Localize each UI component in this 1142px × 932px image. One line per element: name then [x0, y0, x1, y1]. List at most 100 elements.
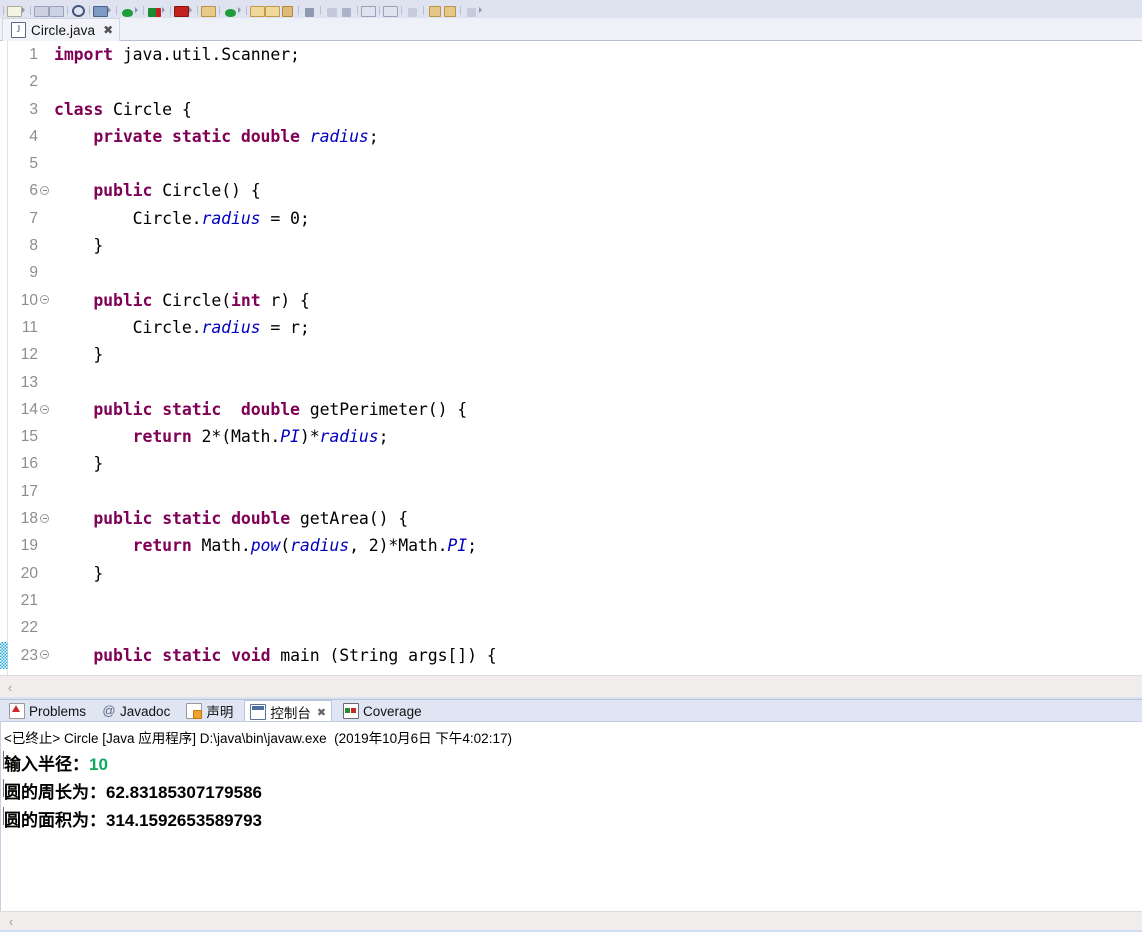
view-tab-控制台[interactable]: 控制台 ✖	[244, 700, 333, 723]
view-tab-javadoc[interactable]: @ Javadoc	[97, 700, 175, 722]
run-button[interactable]	[120, 0, 135, 18]
toolbar-separator	[320, 6, 321, 15]
editor-horizontal-scrollbar[interactable]: ‹	[0, 675, 1142, 698]
code-line[interactable]: 17	[0, 478, 1142, 505]
chevron-down-icon[interactable]	[162, 7, 165, 13]
view-tab-label: 控制台	[270, 706, 311, 721]
save-button[interactable]	[34, 0, 49, 18]
code-line[interactable]: 11 Circle.radius = r;	[0, 314, 1142, 341]
toolbar-separator	[219, 6, 220, 15]
line-number: 16	[20, 455, 38, 473]
toolbar-separator	[3, 6, 4, 15]
console-horizontal-scrollbar[interactable]: ‹	[0, 911, 1142, 931]
save-all-button[interactable]	[49, 0, 64, 18]
console-line-value: 62.83185307179586	[106, 783, 262, 802]
code-line[interactable]: 18 public static double getArea() {	[0, 505, 1142, 532]
code-line[interactable]: 7 Circle.radius = 0;	[0, 205, 1142, 232]
collapse-fold-icon[interactable]	[40, 650, 49, 660]
code-line[interactable]: 22	[0, 614, 1142, 641]
code-line[interactable]: 2	[0, 68, 1142, 95]
editor-view-button[interactable]	[361, 0, 376, 18]
scroll-left-icon[interactable]: ‹	[0, 914, 22, 929]
line-number: 10	[20, 291, 38, 309]
new-class-button[interactable]	[223, 0, 238, 18]
code-line[interactable]: 14 public static double getPerimeter() {	[0, 396, 1142, 423]
close-icon[interactable]: ✖	[317, 706, 326, 719]
view-tab-problems[interactable]: Problems	[4, 700, 91, 722]
terminate-icon	[174, 6, 189, 17]
console-launch-header: <已终止> Circle [Java 应用程序] D:\java\bin\jav…	[4, 731, 512, 746]
code-text: Circle.radius = 0;	[54, 208, 310, 228]
code-line[interactable]: 6 public Circle() {	[0, 177, 1142, 204]
next-annotation-button[interactable]	[405, 0, 420, 18]
main-toolbar	[0, 0, 1142, 19]
console-line-value: 10	[89, 755, 108, 774]
collapse-fold-icon[interactable]	[40, 295, 49, 305]
new-wizard-button[interactable]	[7, 0, 22, 18]
step-into-button[interactable]	[302, 0, 317, 18]
code-line[interactable]: 8 }	[0, 232, 1142, 259]
link-button[interactable]	[324, 0, 339, 18]
editor-icon	[361, 6, 376, 17]
line-number: 9	[29, 264, 38, 282]
debug-icon	[148, 8, 161, 17]
open-folder-button[interactable]	[250, 0, 265, 18]
collapse-fold-icon[interactable]	[40, 404, 49, 414]
code-line[interactable]: 20 }	[0, 560, 1142, 587]
code-line[interactable]: 9	[0, 259, 1142, 286]
terminate-button[interactable]	[174, 0, 189, 18]
forward-button[interactable]	[442, 0, 457, 18]
collapse-fold-icon[interactable]	[40, 513, 49, 523]
chevron-down-icon[interactable]	[479, 7, 482, 13]
search-button[interactable]	[71, 0, 86, 18]
new-java-project-button[interactable]	[201, 0, 216, 18]
console-line: 圆的面积为：314.1592653589793	[0, 803, 1142, 831]
open-type-button[interactable]	[93, 0, 108, 18]
view-tab-声明[interactable]: 声明	[181, 700, 238, 722]
code-line[interactable]: 10 public Circle(int r) {	[0, 287, 1142, 314]
code-line[interactable]: 23 public static void main (String args[…	[0, 641, 1142, 669]
view-tab-coverage[interactable]: Coverage	[338, 700, 427, 722]
chevron-down-icon[interactable]	[135, 7, 138, 13]
code-line[interactable]: 1 import java.util.Scanner;	[0, 41, 1142, 68]
console-view[interactable]: <已终止> Circle [Java 应用程序] D:\java\bin\jav…	[0, 721, 1142, 911]
code-line[interactable]: 16 }	[0, 450, 1142, 477]
code-line[interactable]: 4 private static double radius;	[0, 123, 1142, 150]
debug-button[interactable]	[147, 0, 162, 18]
chevron-down-icon[interactable]	[108, 7, 111, 13]
last-edit-button[interactable]	[464, 0, 479, 18]
code-line[interactable]: 5	[0, 150, 1142, 177]
line-number: 21	[20, 591, 38, 609]
key-button[interactable]	[280, 0, 295, 18]
close-icon[interactable]: ✖	[103, 24, 113, 36]
editor-tab-label: Circle.java	[31, 22, 96, 38]
code-line[interactable]: 3 class Circle {	[0, 96, 1142, 123]
pin-button[interactable]	[339, 0, 354, 18]
open-folder-2-button[interactable]	[265, 0, 280, 18]
outline-view-button[interactable]	[383, 0, 398, 18]
scroll-left-icon[interactable]: ‹	[0, 680, 20, 695]
toolbar-separator	[460, 6, 461, 15]
back-button[interactable]	[427, 0, 442, 18]
view-tab-label: Javadoc	[120, 703, 171, 719]
new-java-project-icon	[201, 6, 216, 17]
toolbar-separator	[170, 6, 171, 15]
code-line[interactable]: 15 return 2*(Math.PI)*radius;	[0, 423, 1142, 450]
code-line[interactable]: 19 return Math.pow(radius, 2)*Math.PI;	[0, 532, 1142, 559]
code-line[interactable]: 12 }	[0, 341, 1142, 368]
pin-icon	[342, 8, 351, 17]
coverage-icon	[343, 703, 360, 719]
chevron-down-icon[interactable]	[189, 7, 192, 13]
code-editor[interactable]: 1 import java.util.Scanner; 2 3 class Circle…	[0, 41, 1142, 675]
line-number: 6	[29, 182, 38, 200]
line-number: 20	[20, 564, 38, 582]
chevron-down-icon[interactable]	[22, 7, 25, 13]
editor-tab-circle-java[interactable]: J Circle.java ✖	[2, 18, 121, 41]
collapse-fold-icon[interactable]	[40, 186, 49, 196]
chevron-down-icon[interactable]	[238, 7, 241, 13]
code-line[interactable]: 13	[0, 369, 1142, 396]
bottom-view-tab-bar: Problems @ Javadoc 声明 控制台 ✖ Coverage	[0, 699, 1142, 723]
view-tab-label: 声明	[206, 705, 234, 720]
code-line[interactable]: 21	[0, 587, 1142, 614]
line-number: 22	[20, 619, 38, 637]
